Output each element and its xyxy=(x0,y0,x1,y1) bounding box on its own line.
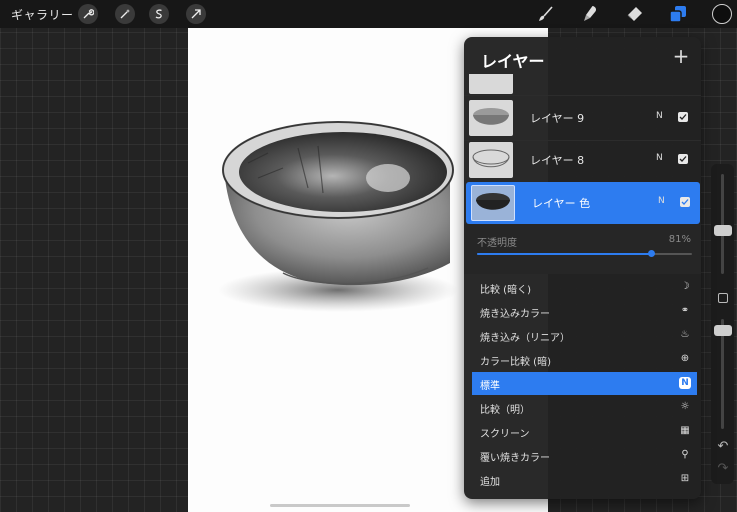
blend-mode-label: 焼き込み（リニア） xyxy=(480,333,570,344)
opacity-control: 不透明度 81% xyxy=(464,224,701,274)
blend-mode-normal[interactable]: 標準 N xyxy=(472,372,697,395)
layer-row-color[interactable]: レイヤー 色 N xyxy=(466,182,700,224)
brush-size-track[interactable] xyxy=(721,174,724,274)
hatch-icon: ▦ xyxy=(680,425,690,436)
layer-thumbnail xyxy=(471,185,515,221)
brush-size-handle[interactable] xyxy=(714,225,732,236)
moon-icon: ☽ xyxy=(680,281,690,292)
blend-mode-add[interactable]: 追加 ⊞ xyxy=(472,468,697,491)
opacity-slider-handle[interactable] xyxy=(714,325,732,336)
magic-wand-icon[interactable] xyxy=(115,4,135,24)
blend-mode-label: 標準 xyxy=(480,381,500,392)
layer-visibility-checkbox[interactable] xyxy=(678,154,688,164)
blend-mode-color-dodge[interactable]: 覆い焼きカラー ⚲ xyxy=(472,444,697,467)
flame-icon: ♨ xyxy=(680,329,690,340)
brush-icon[interactable] xyxy=(536,4,556,24)
blend-mode-label: 覆い焼きカラー xyxy=(480,453,550,464)
opacity-label: 不透明度 xyxy=(477,238,517,249)
canvas-scroll-indicator xyxy=(270,504,410,507)
layer-row-8[interactable]: レイヤー 8 N xyxy=(464,139,701,181)
layers-panel: レイヤー + レイヤー 9 N レイヤー 8 N レイヤー 色 N 不透明度 8… xyxy=(464,37,701,499)
wrench-icon[interactable] xyxy=(78,4,98,24)
transform-arrow-icon[interactable] xyxy=(186,4,206,24)
eraser-icon[interactable] xyxy=(624,4,644,24)
blend-mode-label: スクリーン xyxy=(480,429,530,440)
blend-mode-lighten[interactable]: 比較（明） ☼ xyxy=(472,396,697,419)
blend-mode-color-burn[interactable]: 焼き込みカラー ⚭ xyxy=(472,300,697,323)
layer-blend-mode[interactable]: N xyxy=(658,196,665,206)
layer-name: レイヤー 8 xyxy=(530,154,585,167)
blend-mode-label: 比較 (暗く) xyxy=(480,285,531,296)
plus-circle-icon: ⊕ xyxy=(680,353,690,364)
layer-row-partial[interactable] xyxy=(464,74,701,94)
blend-mode-label: 比較（明） xyxy=(480,405,530,416)
layer-thumbnail xyxy=(469,142,513,178)
layer-thumbnail xyxy=(469,74,513,94)
layer-name: レイヤー 色 xyxy=(532,197,591,210)
layer-thumbnail xyxy=(469,100,513,136)
blend-mode-label: 追加 xyxy=(480,477,500,488)
side-toolbar: ↶ ↷ xyxy=(711,164,734,484)
panel-title: レイヤー xyxy=(481,52,545,71)
top-toolbar: ギャラリー xyxy=(0,0,737,28)
burn-icon: ⚭ xyxy=(680,305,690,316)
search-icon: ⚲ xyxy=(681,449,689,460)
gallery-button[interactable]: ギャラリー xyxy=(11,6,74,23)
selection-icon[interactable] xyxy=(149,4,169,24)
redo-icon[interactable]: ↷ xyxy=(716,462,730,476)
normal-badge-icon: N xyxy=(679,377,691,389)
layer-name: レイヤー 9 xyxy=(530,112,585,125)
divider xyxy=(464,95,701,96)
plus-square-icon: ⊞ xyxy=(680,473,690,484)
sun-icon: ☼ xyxy=(680,401,690,412)
blend-mode-screen[interactable]: スクリーン ▦ xyxy=(472,420,697,443)
layers-icon[interactable] xyxy=(668,4,688,24)
opacity-slider-knob[interactable] xyxy=(648,250,656,257)
opacity-value: 81% xyxy=(668,234,691,245)
layer-visibility-checkbox[interactable] xyxy=(680,197,690,207)
layer-row-9[interactable]: レイヤー 9 N xyxy=(464,97,701,139)
blend-mode-darken[interactable]: 比較 (暗く) ☽ xyxy=(472,276,697,299)
blend-mode-label: 焼き込みカラー xyxy=(480,309,550,320)
layer-blend-mode[interactable]: N xyxy=(656,153,663,163)
opacity-slider[interactable] xyxy=(477,250,692,257)
add-layer-button[interactable]: + xyxy=(671,46,691,66)
blend-mode-darker-color[interactable]: カラー比較 (暗) ⊕ xyxy=(472,348,697,371)
opacity-slider-fill xyxy=(477,253,652,255)
modify-square-button[interactable] xyxy=(718,293,728,303)
undo-icon[interactable]: ↶ xyxy=(716,440,730,454)
smudge-icon[interactable] xyxy=(580,4,600,24)
layer-visibility-checkbox[interactable] xyxy=(678,112,688,122)
blend-mode-label: カラー比較 (暗) xyxy=(480,357,551,368)
layer-blend-mode[interactable]: N xyxy=(656,111,663,121)
blend-mode-linear-burn[interactable]: 焼き込み（リニア） ♨ xyxy=(472,324,697,347)
color-picker[interactable] xyxy=(712,4,732,24)
